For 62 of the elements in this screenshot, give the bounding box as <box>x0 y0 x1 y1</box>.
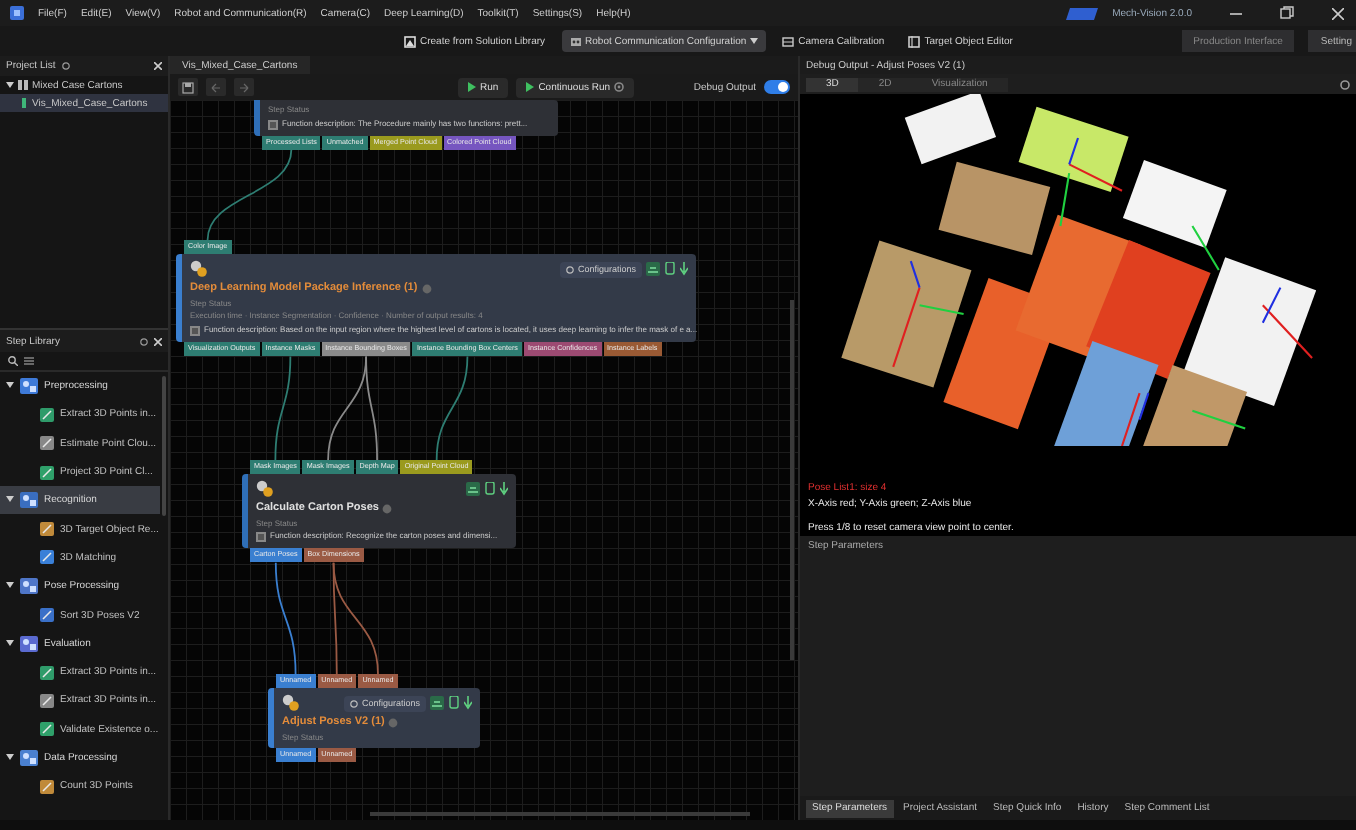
close-icon[interactable] <box>1332 7 1344 19</box>
picture-icon <box>404 35 416 47</box>
close-icon[interactable] <box>154 62 162 70</box>
step-icon <box>40 693 54 708</box>
checkbox[interactable] <box>190 326 200 337</box>
app-logo-icon <box>10 6 24 20</box>
debug-output-toggle[interactable] <box>764 80 790 94</box>
bar-icon <box>20 98 28 108</box>
close-icon[interactable] <box>154 337 162 345</box>
category-icon <box>20 492 38 509</box>
chart-icon[interactable] <box>466 482 480 496</box>
category-icon <box>20 635 38 652</box>
down-arrow-icon[interactable] <box>680 262 688 276</box>
scrollbar[interactable] <box>370 812 750 816</box>
step-icon <box>256 480 274 498</box>
category-icon <box>20 578 38 595</box>
list-icon[interactable] <box>24 356 34 366</box>
step-icon <box>40 522 54 537</box>
down-arrow-icon[interactable] <box>500 482 508 496</box>
expand-arrow-icon[interactable] <box>6 496 14 505</box>
bars-icon <box>18 80 28 90</box>
grid-icon <box>782 35 795 47</box>
chart-icon[interactable] <box>430 696 444 710</box>
step-icon <box>40 436 54 451</box>
step-node-card[interactable] <box>176 254 696 343</box>
brand-logo-icon <box>1066 7 1099 19</box>
down-arrow-icon[interactable] <box>464 696 472 710</box>
connector-line <box>274 561 297 675</box>
step-icon <box>190 260 208 278</box>
step-icon <box>40 665 54 680</box>
scrollbar[interactable] <box>790 300 794 660</box>
expand-arrow-icon[interactable] <box>6 382 14 391</box>
undo-icon[interactable] <box>210 81 222 93</box>
play-icon <box>526 82 535 92</box>
category-icon <box>20 378 38 395</box>
step-icon <box>40 608 54 623</box>
connector-line <box>274 355 292 461</box>
chart-icon[interactable] <box>646 262 660 276</box>
expand-arrow-icon[interactable] <box>6 754 14 762</box>
category-icon <box>20 750 38 766</box>
step-icon <box>40 722 54 737</box>
step-icon <box>40 550 54 565</box>
restore-icon[interactable] <box>1280 6 1294 20</box>
caret-icon <box>750 38 759 44</box>
step-icon <box>40 779 54 794</box>
expand-arrow-icon[interactable] <box>6 582 14 591</box>
redo-icon[interactable] <box>238 81 250 93</box>
robot-icon <box>569 35 582 47</box>
connector-line <box>435 355 469 461</box>
connector-line <box>206 148 293 241</box>
step-icon <box>40 407 54 422</box>
save-icon[interactable] <box>182 81 194 93</box>
expand-arrow-icon[interactable] <box>6 81 14 89</box>
checkbox[interactable] <box>268 119 278 130</box>
play-icon <box>468 82 476 92</box>
search-icon[interactable] <box>8 356 18 366</box>
step-icon <box>282 694 300 712</box>
checkbox[interactable] <box>256 532 266 543</box>
minimize-icon[interactable] <box>1230 7 1242 19</box>
expand-arrow-icon[interactable] <box>6 639 14 648</box>
frame-icon <box>908 35 921 47</box>
step-icon <box>40 465 54 480</box>
